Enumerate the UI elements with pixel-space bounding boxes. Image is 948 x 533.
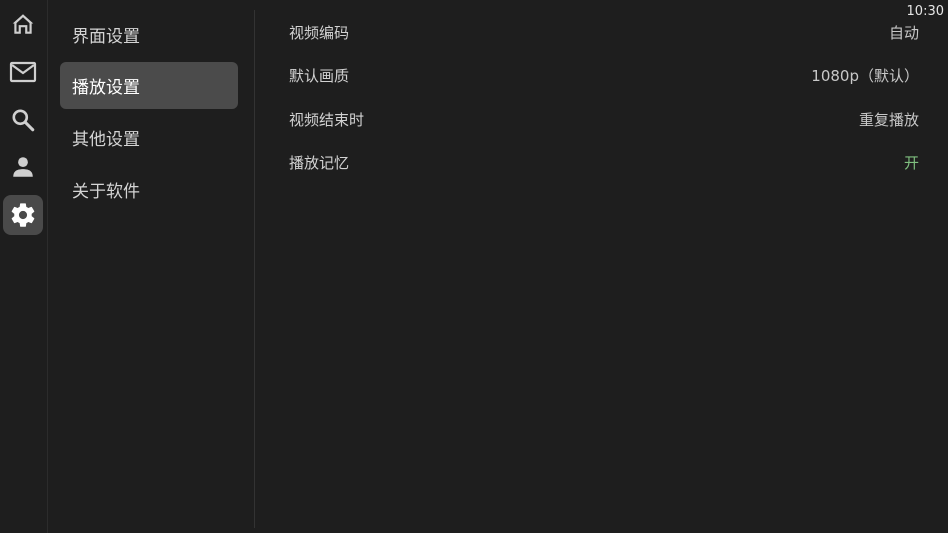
setting-row-default-quality[interactable]: 默认画质 1080p（默认） [289, 63, 919, 87]
setting-value: 重复播放 [858, 110, 919, 129]
toggle-status-value: 开 [903, 153, 919, 172]
rail-home-button[interactable] [3, 4, 43, 44]
rail-search-button[interactable] [3, 100, 43, 140]
menu-item-playback-settings[interactable]: 播放设置 [60, 62, 238, 109]
setting-label: 播放记忆 [289, 153, 350, 172]
settings-category-menu: 界面设置 播放设置 其他设置 关于软件 [48, 0, 254, 533]
rail-user-button[interactable] [3, 147, 43, 187]
menu-item-label: 界面设置 [72, 27, 140, 47]
menu-item-about[interactable]: 关于软件 [60, 166, 238, 213]
menu-item-other-settings[interactable]: 其他设置 [60, 114, 238, 161]
menu-divider [254, 10, 255, 528]
playback-settings-panel: 视频编码 自动 默认画质 1080p（默认） 视频结束时 重复播放 播放记忆 开 [256, 0, 948, 533]
rail-mail-button[interactable] [3, 52, 43, 92]
setting-label: 默认画质 [289, 66, 350, 85]
rail-settings-button[interactable] [3, 195, 43, 235]
menu-item-label: 播放设置 [72, 78, 140, 98]
settings-screen: 10:30 界面设置 播放设置 其他设置 关于软件 视频编码 自动 默认画质 1… [0, 0, 948, 533]
home-icon [12, 14, 34, 34]
menu-item-interface-settings[interactable]: 界面设置 [60, 11, 238, 58]
setting-value: 自动 [888, 23, 919, 42]
menu-item-label: 关于软件 [72, 182, 140, 202]
mail-icon [9, 61, 37, 83]
user-icon [13, 157, 33, 177]
gear-icon [11, 203, 35, 227]
icon-rail [0, 0, 46, 533]
search-icon [12, 109, 35, 132]
setting-row-playback-memory[interactable]: 播放记忆 开 [289, 150, 919, 174]
setting-row-video-codec[interactable]: 视频编码 自动 [289, 20, 919, 44]
setting-row-video-end-action[interactable]: 视频结束时 重复播放 [289, 107, 919, 131]
setting-label: 视频结束时 [289, 110, 365, 129]
setting-label: 视频编码 [289, 23, 350, 42]
menu-item-label: 其他设置 [72, 130, 140, 150]
setting-value: 1080p（默认） [811, 66, 919, 85]
